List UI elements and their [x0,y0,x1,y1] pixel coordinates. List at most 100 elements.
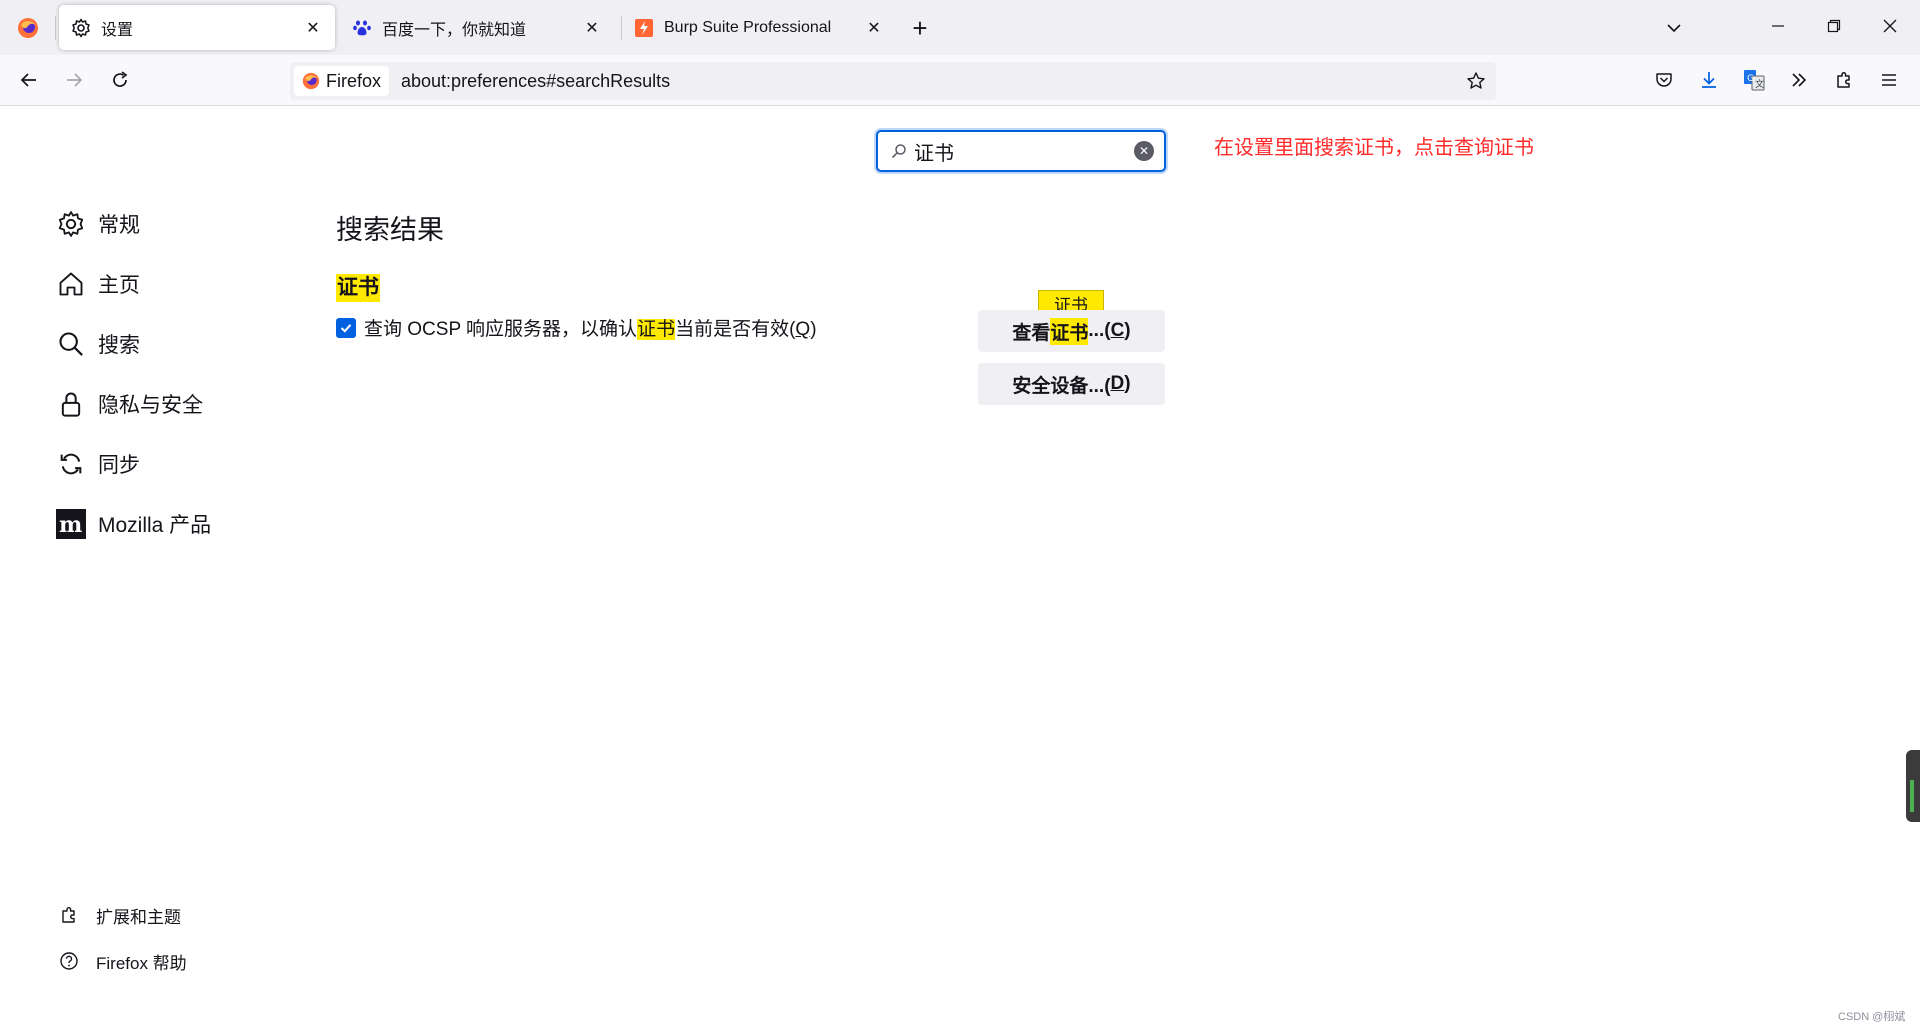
forward-button[interactable] [56,62,92,98]
ocsp-label-prefix: 查询 OCSP 响应服务器，以确认 [364,319,638,340]
sidebar-item-label: 同步 [98,454,140,477]
overflow-button[interactable] [1781,62,1817,98]
url-text[interactable]: about:preferences#searchResults [401,71,1460,92]
button-label-suffix: ...( [1088,320,1111,341]
sidebar-item-label: Firefox 帮助 [96,953,187,973]
minimize-icon [1772,25,1784,27]
navigation-toolbar: Firefox about:preferences#searchResults … [0,55,1920,106]
side-panel-handle[interactable] [1906,750,1920,822]
watermark: CSDN @栩斌 [1838,1011,1906,1023]
certificates-group-title: 证书 [336,274,380,302]
preferences-page: ✕ 在设置里面搜索证书，点击查询证书 常规 主页 搜索 隐私与安全 同步 [0,106,1920,1030]
restore-button[interactable] [1806,0,1862,52]
button-label-close: ) [1124,320,1131,341]
firefox-view-button[interactable] [8,8,48,48]
burp-logo-icon [634,18,654,38]
ocsp-label-close: ) [810,319,817,340]
pocket-button[interactable] [1646,62,1682,98]
clear-search-icon[interactable]: ✕ [1134,141,1154,161]
sidebar-item-label: 隐私与安全 [98,394,203,417]
preferences-search-box[interactable]: ✕ [874,128,1168,174]
search-input[interactable] [914,139,1114,163]
close-tab-icon[interactable]: ✕ [580,16,604,40]
translate-icon: G文 [1744,70,1765,91]
sidebar-item-mozilla-products[interactable]: m Mozilla 产品 [56,504,211,544]
pocket-icon [1656,73,1672,87]
close-window-button[interactable] [1862,0,1918,52]
sidebar-item-search[interactable]: 搜索 [56,324,140,364]
sync-icon [56,449,86,479]
back-button[interactable] [11,62,47,98]
list-all-tabs-button[interactable] [1658,12,1690,44]
hamburger-menu-icon [1882,74,1896,86]
plus-icon: + [912,12,928,43]
search-highlight: 证书 [637,319,676,340]
close-icon [1883,19,1897,33]
sidebar-item-addons[interactable]: 扩展和主题 [58,900,181,930]
home-icon [56,269,86,299]
identity-label: Firefox [326,70,382,91]
sidebar-item-general[interactable]: 常规 [56,204,140,244]
extensions-button[interactable] [1826,62,1862,98]
sidebar-item-label: Mozilla 产品 [98,514,212,537]
ocsp-label: 查询 OCSP 响应服务器，以确认证书当前是否有效(Q) [364,314,817,341]
downloads-button[interactable] [1691,62,1727,98]
back-arrow-icon [20,73,36,87]
sidebar-item-help[interactable]: Firefox 帮助 [58,946,187,976]
lock-icon [56,389,86,419]
page-title: 搜索结果 [336,215,444,245]
url-bar[interactable]: Firefox about:preferences#searchResults [290,62,1496,100]
svg-text:文: 文 [1755,78,1764,90]
ocsp-label-suffix: 当前是否有效( [675,319,796,340]
double-chevron-right-icon [1792,73,1807,87]
sidebar-item-sync[interactable]: 同步 [56,444,140,484]
button-label-prefix: 安全设备...( [1012,375,1111,397]
reload-icon [113,71,128,87]
gear-icon [56,209,86,239]
reload-button[interactable] [102,62,138,98]
accesskey: C [1110,320,1125,341]
sidebar-item-label: 常规 [98,214,140,237]
download-icon [1702,72,1716,88]
tab-settings[interactable]: 设置 ✕ [59,5,335,50]
view-certificates-button[interactable]: 查看 证书 ...(C) [978,310,1165,352]
app-menu-button[interactable] [1871,62,1907,98]
mozilla-icon: m [56,509,86,539]
checkmark-icon [340,323,352,333]
tab-title: Burp Suite Professional [664,18,832,36]
puzzle-icon [1837,71,1850,88]
firefox-logo-icon [18,18,38,38]
tab-title: 设置 [101,21,134,39]
sidebar-item-label: 扩展和主题 [96,907,181,927]
close-tab-icon[interactable]: ✕ [301,16,325,40]
translate-button[interactable]: G文 [1736,62,1772,98]
button-label-close: ) [1124,373,1131,394]
sidebar-item-label: 主页 [98,274,140,297]
restore-icon [1827,19,1841,33]
security-devices-button[interactable]: 安全设备...(D) [978,363,1165,405]
help-icon [58,950,80,972]
identity-box[interactable]: Firefox [294,66,390,96]
tab-burp[interactable]: Burp Suite Professional ✕ [622,5,896,50]
baidu-paw-icon [352,18,372,38]
bookmark-button[interactable] [1460,65,1492,97]
sidebar-item-home[interactable]: 主页 [56,264,140,304]
minimize-button[interactable] [1750,0,1806,52]
button-label-prefix: 查看 [1012,322,1051,344]
svg-text:m: m [59,512,82,538]
close-tab-icon[interactable]: ✕ [862,16,886,40]
tab-strip: 设置 ✕ 百度一下，你就知道 ✕ Burp Suite Professional… [0,0,1920,55]
annotation-text: 在设置里面搜索证书，点击查询证书 [1214,137,1534,159]
sidebar-item-privacy[interactable]: 隐私与安全 [56,384,203,424]
tab-baidu[interactable]: 百度一下，你就知道 ✕ [340,5,614,50]
puzzle-icon [58,904,80,926]
ocsp-checkbox-row[interactable]: 查询 OCSP 响应服务器，以确认证书当前是否有效(Q) [336,314,817,341]
tab-separator [55,16,56,40]
accesskey: Q [795,319,811,340]
chevron-down-icon [1667,24,1681,33]
ocsp-checkbox[interactable] [336,317,356,338]
search-icon [56,329,86,359]
sidebar-item-label: 搜索 [98,334,140,357]
tab-title: 百度一下，你就知道 [382,21,527,39]
new-tab-button[interactable]: + [904,12,936,44]
